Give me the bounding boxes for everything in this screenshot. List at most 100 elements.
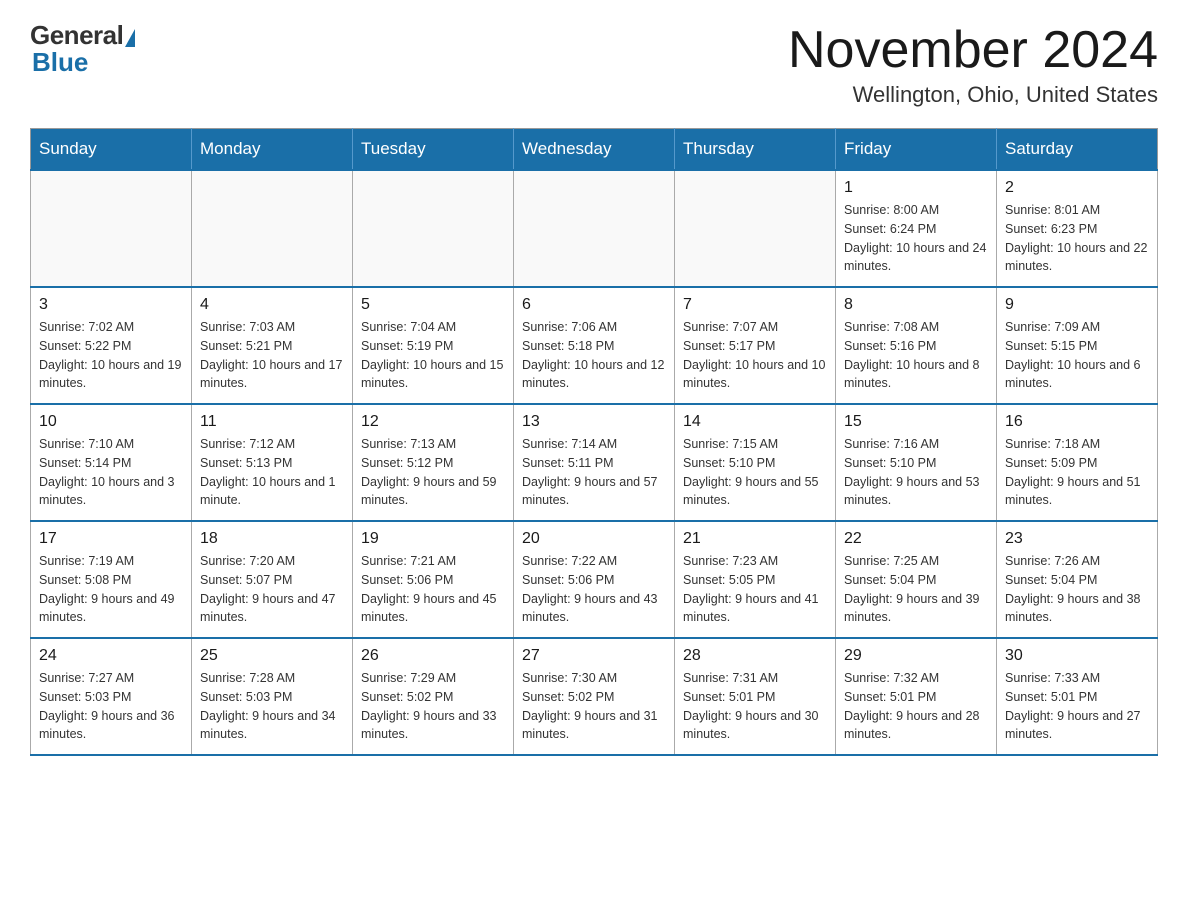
calendar-cell: 9 Sunrise: 7:09 AMSunset: 5:15 PMDaylight… (997, 287, 1158, 404)
day-number: 18 (200, 530, 344, 548)
day-number: 25 (200, 647, 344, 665)
page-header: General Blue November 2024 Wellington, O… (30, 20, 1158, 108)
weekday-header-row: SundayMondayTuesdayWednesdayThursdayFrid… (31, 129, 1158, 171)
calendar-table: SundayMondayTuesdayWednesdayThursdayFrid… (30, 128, 1158, 756)
title-section: November 2024 Wellington, Ohio, United S… (788, 20, 1158, 108)
calendar-cell (514, 170, 675, 287)
day-info: Sunrise: 7:07 AMSunset: 5:17 PMDaylight:… (683, 318, 827, 393)
day-number: 29 (844, 647, 988, 665)
day-info: Sunrise: 7:33 AMSunset: 5:01 PMDaylight:… (1005, 669, 1149, 744)
day-info: Sunrise: 7:02 AMSunset: 5:22 PMDaylight:… (39, 318, 183, 393)
calendar-cell: 1 Sunrise: 8:00 AMSunset: 6:24 PMDaylight… (836, 170, 997, 287)
calendar-cell: 24 Sunrise: 7:27 AMSunset: 5:03 PMDayligh… (31, 638, 192, 755)
calendar-cell (353, 170, 514, 287)
calendar-cell: 22Sunrise: 7:25 AMSunset: 5:04 PMDayligh… (836, 521, 997, 638)
calendar-cell: 21Sunrise: 7:23 AMSunset: 5:05 PMDayligh… (675, 521, 836, 638)
day-number: 27 (522, 647, 666, 665)
day-info: Sunrise: 7:26 AMSunset: 5:04 PMDaylight:… (1005, 552, 1149, 627)
day-number: 20 (522, 530, 666, 548)
calendar-cell: 29 Sunrise: 7:32 AMSunset: 5:01 PMDayligh… (836, 638, 997, 755)
month-title: November 2024 (788, 20, 1158, 80)
day-info: Sunrise: 7:27 AMSunset: 5:03 PMDaylight:… (39, 669, 183, 744)
day-info: Sunrise: 7:32 AMSunset: 5:01 PMDaylight:… (844, 669, 988, 744)
calendar-week-1: 1 Sunrise: 8:00 AMSunset: 6:24 PMDaylight… (31, 170, 1158, 287)
day-info: Sunrise: 7:28 AMSunset: 5:03 PMDaylight:… (200, 669, 344, 744)
calendar-cell: 12Sunrise: 7:13 AMSunset: 5:12 PMDayligh… (353, 404, 514, 521)
calendar-cell: 6 Sunrise: 7:06 AMSunset: 5:18 PMDaylight… (514, 287, 675, 404)
day-number: 26 (361, 647, 505, 665)
location-subtitle: Wellington, Ohio, United States (788, 82, 1158, 108)
day-number: 15 (844, 413, 988, 431)
calendar-cell: 26 Sunrise: 7:29 AMSunset: 5:02 PMDayligh… (353, 638, 514, 755)
day-info: Sunrise: 7:29 AMSunset: 5:02 PMDaylight:… (361, 669, 505, 744)
day-info: Sunrise: 7:21 AMSunset: 5:06 PMDaylight:… (361, 552, 505, 627)
day-info: Sunrise: 7:10 AMSunset: 5:14 PMDaylight:… (39, 435, 183, 510)
weekday-header-tuesday: Tuesday (353, 129, 514, 171)
day-number: 17 (39, 530, 183, 548)
calendar-cell: 20 Sunrise: 7:22 AMSunset: 5:06 PMDayligh… (514, 521, 675, 638)
day-info: Sunrise: 7:19 AMSunset: 5:08 PMDaylight:… (39, 552, 183, 627)
calendar-cell: 15 Sunrise: 7:16 AMSunset: 5:10 PMDayligh… (836, 404, 997, 521)
day-number: 2 (1005, 179, 1149, 197)
weekday-header-thursday: Thursday (675, 129, 836, 171)
day-info: Sunrise: 7:14 AMSunset: 5:11 PMDaylight:… (522, 435, 666, 510)
calendar-cell: 8 Sunrise: 7:08 AMSunset: 5:16 PMDaylight… (836, 287, 997, 404)
day-number: 10 (39, 413, 183, 431)
calendar-cell: 5Sunrise: 7:04 AMSunset: 5:19 PMDaylight… (353, 287, 514, 404)
day-number: 24 (39, 647, 183, 665)
day-number: 9 (1005, 296, 1149, 314)
day-info: Sunrise: 7:09 AMSunset: 5:15 PMDaylight:… (1005, 318, 1149, 393)
calendar-cell: 27 Sunrise: 7:30 AMSunset: 5:02 PMDayligh… (514, 638, 675, 755)
calendar-cell: 3 Sunrise: 7:02 AMSunset: 5:22 PMDaylight… (31, 287, 192, 404)
day-info: Sunrise: 7:16 AMSunset: 5:10 PMDaylight:… (844, 435, 988, 510)
day-number: 11 (200, 413, 344, 431)
calendar-cell: 25 Sunrise: 7:28 AMSunset: 5:03 PMDayligh… (192, 638, 353, 755)
weekday-header-wednesday: Wednesday (514, 129, 675, 171)
calendar-cell: 16 Sunrise: 7:18 AMSunset: 5:09 PMDayligh… (997, 404, 1158, 521)
day-info: Sunrise: 8:00 AMSunset: 6:24 PMDaylight:… (844, 201, 988, 276)
day-number: 30 (1005, 647, 1149, 665)
calendar-cell: 2 Sunrise: 8:01 AMSunset: 6:23 PMDaylight… (997, 170, 1158, 287)
day-info: Sunrise: 7:08 AMSunset: 5:16 PMDaylight:… (844, 318, 988, 393)
day-number: 14 (683, 413, 827, 431)
day-info: Sunrise: 7:06 AMSunset: 5:18 PMDaylight:… (522, 318, 666, 393)
day-number: 13 (522, 413, 666, 431)
calendar-week-2: 3 Sunrise: 7:02 AMSunset: 5:22 PMDaylight… (31, 287, 1158, 404)
day-number: 16 (1005, 413, 1149, 431)
weekday-header-monday: Monday (192, 129, 353, 171)
calendar-week-5: 24 Sunrise: 7:27 AMSunset: 5:03 PMDayligh… (31, 638, 1158, 755)
logo-triangle-icon (125, 29, 135, 47)
calendar-cell: 18 Sunrise: 7:20 AMSunset: 5:07 PMDayligh… (192, 521, 353, 638)
calendar-cell (31, 170, 192, 287)
day-number: 23 (1005, 530, 1149, 548)
day-info: Sunrise: 8:01 AMSunset: 6:23 PMDaylight:… (1005, 201, 1149, 276)
day-info: Sunrise: 7:20 AMSunset: 5:07 PMDaylight:… (200, 552, 344, 627)
calendar-week-3: 10 Sunrise: 7:10 AMSunset: 5:14 PMDayligh… (31, 404, 1158, 521)
day-number: 8 (844, 296, 988, 314)
day-number: 19 (361, 530, 505, 548)
calendar-cell: 7Sunrise: 7:07 AMSunset: 5:17 PMDaylight… (675, 287, 836, 404)
logo-blue-text: Blue (32, 47, 88, 78)
day-info: Sunrise: 7:22 AMSunset: 5:06 PMDaylight:… (522, 552, 666, 627)
logo: General Blue (30, 20, 135, 78)
day-info: Sunrise: 7:31 AMSunset: 5:01 PMDaylight:… (683, 669, 827, 744)
day-info: Sunrise: 7:15 AMSunset: 5:10 PMDaylight:… (683, 435, 827, 510)
day-number: 12 (361, 413, 505, 431)
day-number: 4 (200, 296, 344, 314)
day-number: 6 (522, 296, 666, 314)
day-number: 3 (39, 296, 183, 314)
weekday-header-saturday: Saturday (997, 129, 1158, 171)
day-info: Sunrise: 7:12 AMSunset: 5:13 PMDaylight:… (200, 435, 344, 510)
day-info: Sunrise: 7:25 AMSunset: 5:04 PMDaylight:… (844, 552, 988, 627)
day-number: 21 (683, 530, 827, 548)
calendar-cell: 30 Sunrise: 7:33 AMSunset: 5:01 PMDayligh… (997, 638, 1158, 755)
calendar-week-4: 17 Sunrise: 7:19 AMSunset: 5:08 PMDayligh… (31, 521, 1158, 638)
day-number: 1 (844, 179, 988, 197)
day-info: Sunrise: 7:18 AMSunset: 5:09 PMDaylight:… (1005, 435, 1149, 510)
calendar-cell: 10 Sunrise: 7:10 AMSunset: 5:14 PMDayligh… (31, 404, 192, 521)
day-number: 28 (683, 647, 827, 665)
day-info: Sunrise: 7:30 AMSunset: 5:02 PMDaylight:… (522, 669, 666, 744)
calendar-cell: 4Sunrise: 7:03 AMSunset: 5:21 PMDaylight… (192, 287, 353, 404)
calendar-cell: 23 Sunrise: 7:26 AMSunset: 5:04 PMDayligh… (997, 521, 1158, 638)
weekday-header-sunday: Sunday (31, 129, 192, 171)
